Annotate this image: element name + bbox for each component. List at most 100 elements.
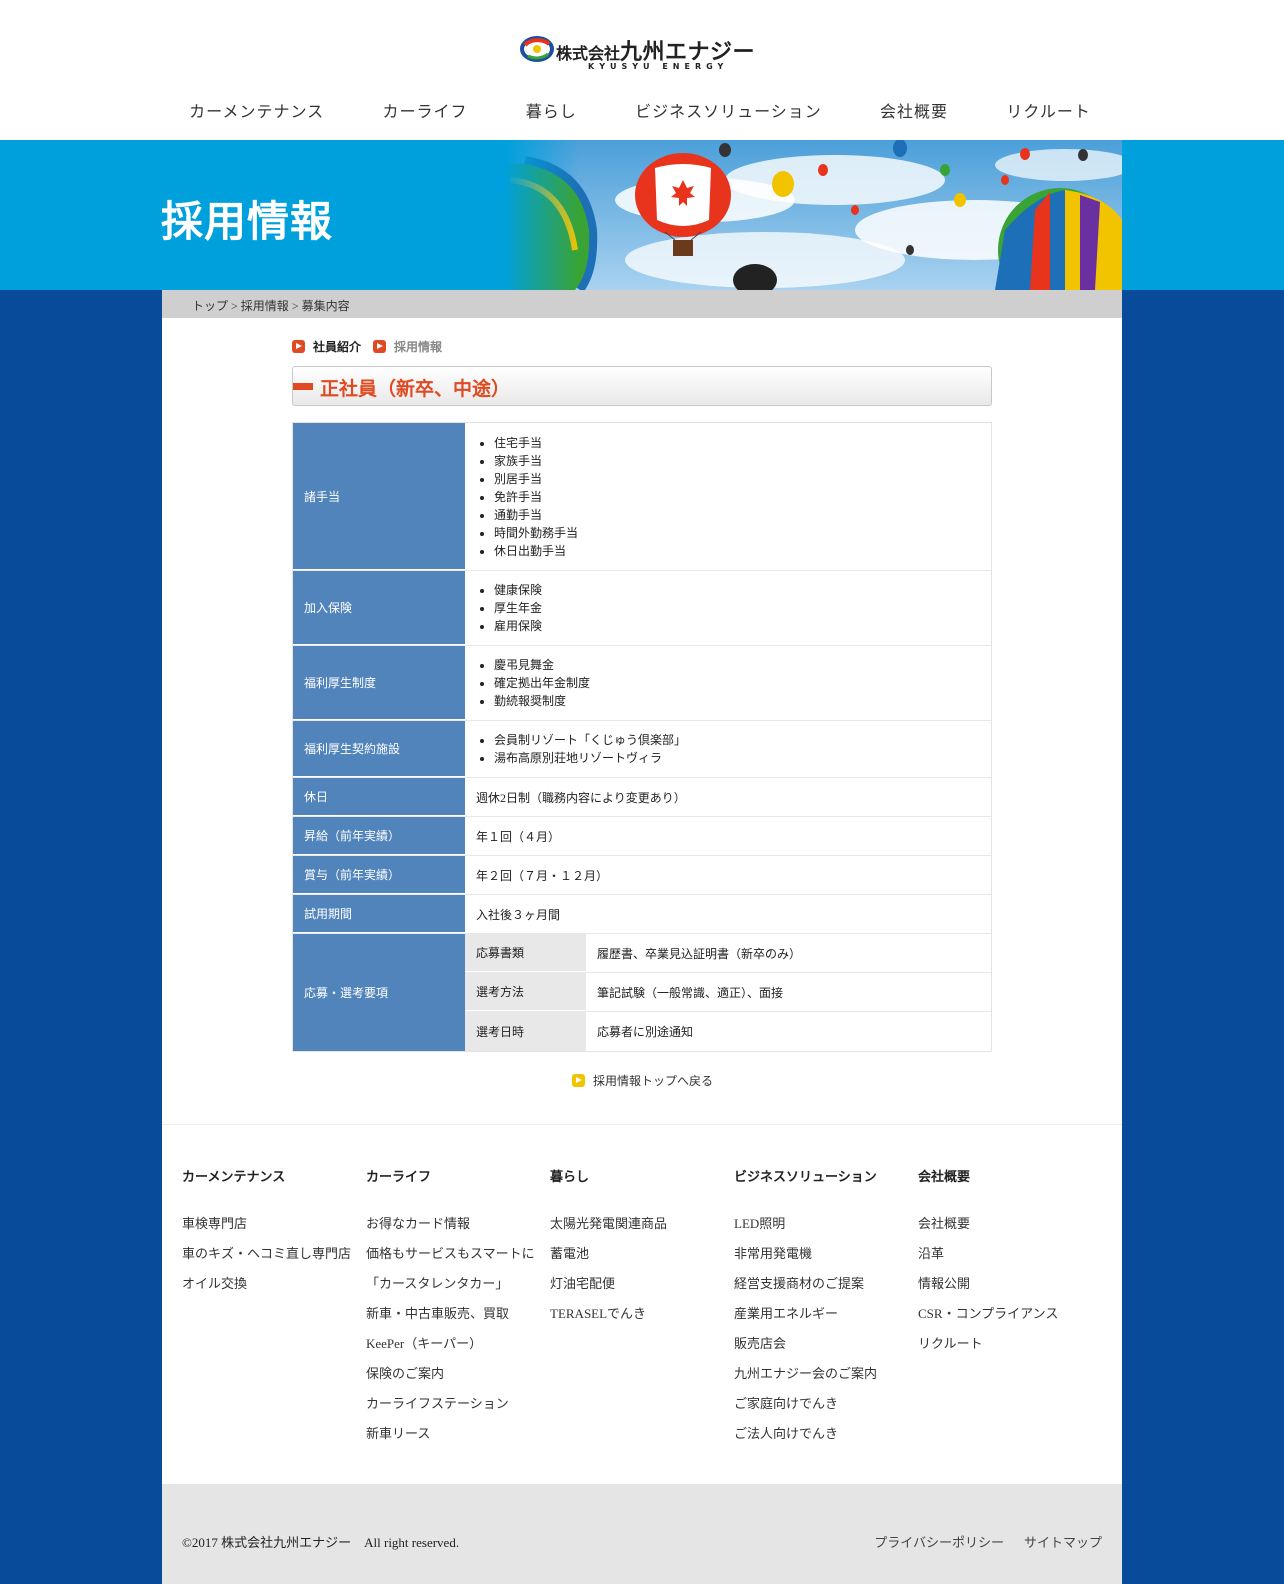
subrow-value: 応募者に別途通知 bbox=[597, 1025, 694, 1039]
subtable-row: 選考日時 応募者に別途通知 bbox=[465, 1012, 991, 1051]
heading-bar-icon bbox=[293, 383, 313, 390]
hero-banner: 採用情報 bbox=[0, 140, 1284, 290]
footer-column-title[interactable]: カーライフ bbox=[366, 1166, 550, 1185]
list-item: 勤続報奨制度 bbox=[494, 692, 590, 710]
hot-air-balloons-image bbox=[505, 140, 1122, 290]
footer-column-car-maintenance: カーメンテナンス 車検専門店 車のキズ・ヘコミ直し専門店 オイル交換 bbox=[182, 1166, 366, 1449]
subnav-recruit-current: 採用情報 bbox=[394, 340, 443, 354]
footer-divider bbox=[162, 1124, 1122, 1125]
footer-link[interactable]: 会社概要 bbox=[918, 1209, 1102, 1239]
list-item: 雇用保険 bbox=[494, 617, 542, 635]
footer-link[interactable]: ご法人向けでんき bbox=[734, 1419, 918, 1449]
footer-link[interactable]: 価格もサービスもスマートに bbox=[366, 1239, 550, 1269]
list-item: 健康保険 bbox=[494, 581, 542, 599]
footer-link[interactable]: 灯油宅配便 bbox=[550, 1269, 734, 1299]
row-value-holidays: 週休2日制（職務内容により変更あり） bbox=[476, 790, 686, 805]
row-label-allowances: 諸手当 bbox=[293, 423, 465, 570]
table-row: 応募・選考要項 応募書類 履歴書、卒業見込証明書（新卒のみ） 選考方法 筆記試験… bbox=[293, 934, 991, 1051]
gnav-item-living[interactable]: 暮らし bbox=[526, 98, 577, 122]
site-header: 株式会社九州エナジー KYUSYU ENERGY カーメンテナンス カーライフ … bbox=[0, 0, 1284, 140]
list-item: 慶弔見舞金 bbox=[494, 656, 590, 674]
global-nav: カーメンテナンス カーライフ 暮らし ビジネスソリューション 会社概要 リクルー… bbox=[160, 98, 1120, 122]
privacy-policy-link[interactable]: プライバシーポリシー bbox=[874, 1532, 1004, 1551]
subrow-value: 筆記試験（一般常識、適正）、面接 bbox=[597, 985, 784, 1000]
row-value-trial: 入社後３ヶ月間 bbox=[476, 907, 561, 922]
gnav-item-car-life[interactable]: カーライフ bbox=[382, 98, 467, 122]
arrow-right-icon bbox=[292, 340, 305, 353]
footer-link[interactable]: 車検専門店 bbox=[182, 1209, 366, 1239]
sitemap-link[interactable]: サイトマップ bbox=[1024, 1532, 1102, 1551]
row-value-welfare: 慶弔見舞金 確定拠出年金制度 勤続報奨制度 bbox=[465, 646, 991, 720]
footer-link[interactable]: 新車リース bbox=[366, 1419, 550, 1449]
breadcrumb-recruit[interactable]: 採用情報 bbox=[241, 299, 289, 313]
subnav-staff-link[interactable]: 社員紹介 bbox=[313, 338, 361, 355]
footer-link[interactable]: KeePer（キーパー） bbox=[366, 1329, 550, 1359]
footer-link[interactable]: 販売店会 bbox=[734, 1329, 918, 1359]
footer-link[interactable]: 新車・中古車販売、買取 bbox=[366, 1299, 550, 1329]
list-item: 家族手当 bbox=[494, 452, 578, 470]
footer-link[interactable]: ご家庭向けでんき bbox=[734, 1389, 918, 1419]
subrow-label: 選考方法 bbox=[465, 973, 586, 1011]
gnav-item-business[interactable]: ビジネスソリューション bbox=[635, 98, 822, 122]
list-item: 会員制リゾート「くじゅう倶楽部」 bbox=[494, 731, 686, 749]
gnav-item-car-maintenance[interactable]: カーメンテナンス bbox=[189, 98, 324, 122]
footer-link[interactable]: 情報公開 bbox=[918, 1269, 1102, 1299]
arrow-right-icon bbox=[572, 1074, 585, 1087]
row-label-welfare: 福利厚生制度 bbox=[293, 646, 465, 720]
footer-link[interactable]: 九州エナジー会のご案内 bbox=[734, 1359, 918, 1389]
footer-link[interactable]: 非常用発電機 bbox=[734, 1239, 918, 1269]
footer-column-title[interactable]: ビジネスソリューション bbox=[734, 1166, 918, 1185]
table-row: 加入保険 健康保険 厚生年金 雇用保険 bbox=[293, 571, 991, 646]
back-to-recruit-top-link[interactable]: 採用情報トップへ戻る bbox=[593, 1072, 713, 1089]
table-row: 昇給（前年実績） 年１回（４月） bbox=[293, 817, 991, 856]
footer-link[interactable]: LED照明 bbox=[734, 1209, 918, 1239]
back-link-wrap: 採用情報トップへ戻る bbox=[572, 1072, 713, 1089]
site-logo[interactable]: 株式会社九州エナジー KYUSYU ENERGY bbox=[520, 34, 755, 72]
logo-name-small: 株式会社 bbox=[556, 44, 621, 63]
footer-column-title[interactable]: カーメンテナンス bbox=[182, 1166, 366, 1185]
row-label-raise: 昇給（前年実績） bbox=[293, 817, 465, 855]
table-row: 福利厚生制度 慶弔見舞金 確定拠出年金制度 勤続報奨制度 bbox=[293, 646, 991, 721]
logo-name-en: KYUSYU ENERGY bbox=[588, 62, 729, 71]
footer-link[interactable]: 車のキズ・ヘコミ直し専門店 bbox=[182, 1239, 366, 1269]
breadcrumb: トップ > 採用情報 > 募集内容 bbox=[162, 290, 1122, 318]
list-item: 通勤手当 bbox=[494, 506, 578, 524]
breadcrumb-top[interactable]: トップ bbox=[192, 299, 228, 313]
footer-link[interactable]: 産業用エネルギー bbox=[734, 1299, 918, 1329]
footer-bottom: ©2017 株式会社九州エナジー All right reserved. プライ… bbox=[162, 1484, 1122, 1584]
gnav-item-recruit[interactable]: リクルート bbox=[1006, 98, 1091, 122]
logo-icon bbox=[520, 36, 554, 62]
breadcrumb-current: 募集内容 bbox=[301, 299, 350, 313]
footer-link[interactable]: 「カースタレンタカー」 bbox=[366, 1269, 550, 1299]
table-row: 賞与（前年実績） 年２回（７月・１２月） bbox=[293, 856, 991, 895]
footer-link[interactable]: CSR・コンプライアンス bbox=[918, 1299, 1102, 1329]
footer-column-business: ビジネスソリューション LED照明 非常用発電機 経営支援商材のご提案 産業用エ… bbox=[734, 1166, 918, 1449]
footer-link[interactable]: TERASELでんき bbox=[550, 1299, 734, 1329]
list-item: 住宅手当 bbox=[494, 434, 578, 452]
footer-link[interactable]: オイル交換 bbox=[182, 1269, 366, 1299]
breadcrumb-separator: > bbox=[231, 299, 238, 313]
row-value-facilities: 会員制リゾート「くじゅう倶楽部」 湯布高原別荘地リゾートヴィラ bbox=[465, 721, 991, 777]
footer-link[interactable]: 沿革 bbox=[918, 1239, 1102, 1269]
footer-bottom-links: プライバシーポリシー サイトマップ bbox=[874, 1532, 1102, 1551]
row-value-insurance: 健康保険 厚生年金 雇用保険 bbox=[465, 571, 991, 645]
row-label-holidays: 休日 bbox=[293, 778, 465, 816]
footer-link[interactable]: 経営支援商材のご提案 bbox=[734, 1269, 918, 1299]
gnav-item-company[interactable]: 会社概要 bbox=[880, 98, 948, 122]
footer-column-company: 会社概要 会社概要 沿革 情報公開 CSR・コンプライアンス リクルート bbox=[918, 1166, 1102, 1449]
footer-column-title[interactable]: 会社概要 bbox=[918, 1166, 1102, 1185]
table-row: 福利厚生契約施設 会員制リゾート「くじゅう倶楽部」 湯布高原別荘地リゾートヴィラ bbox=[293, 721, 991, 778]
footer-link[interactable]: お得なカード情報 bbox=[366, 1209, 550, 1239]
footer-link[interactable]: 保険のご案内 bbox=[366, 1359, 550, 1389]
footer-link[interactable]: 蓄電池 bbox=[550, 1239, 734, 1269]
footer-column-title[interactable]: 暮らし bbox=[550, 1166, 734, 1185]
footer-link[interactable]: カーライフステーション bbox=[366, 1389, 550, 1419]
list-item: 厚生年金 bbox=[494, 599, 542, 617]
row-label-trial: 試用期間 bbox=[293, 895, 465, 933]
footer-link[interactable]: リクルート bbox=[918, 1329, 1102, 1359]
footer-link[interactable]: 太陽光発電関連商品 bbox=[550, 1209, 734, 1239]
copyright: ©2017 株式会社九州エナジー All right reserved. bbox=[182, 1535, 460, 1550]
table-row: 諸手当 住宅手当 家族手当 別居手当 免許手当 通勤手当 時間外勤務手当 休日出… bbox=[293, 423, 991, 571]
list-item: 免許手当 bbox=[494, 488, 578, 506]
arrow-right-icon bbox=[373, 340, 387, 353]
